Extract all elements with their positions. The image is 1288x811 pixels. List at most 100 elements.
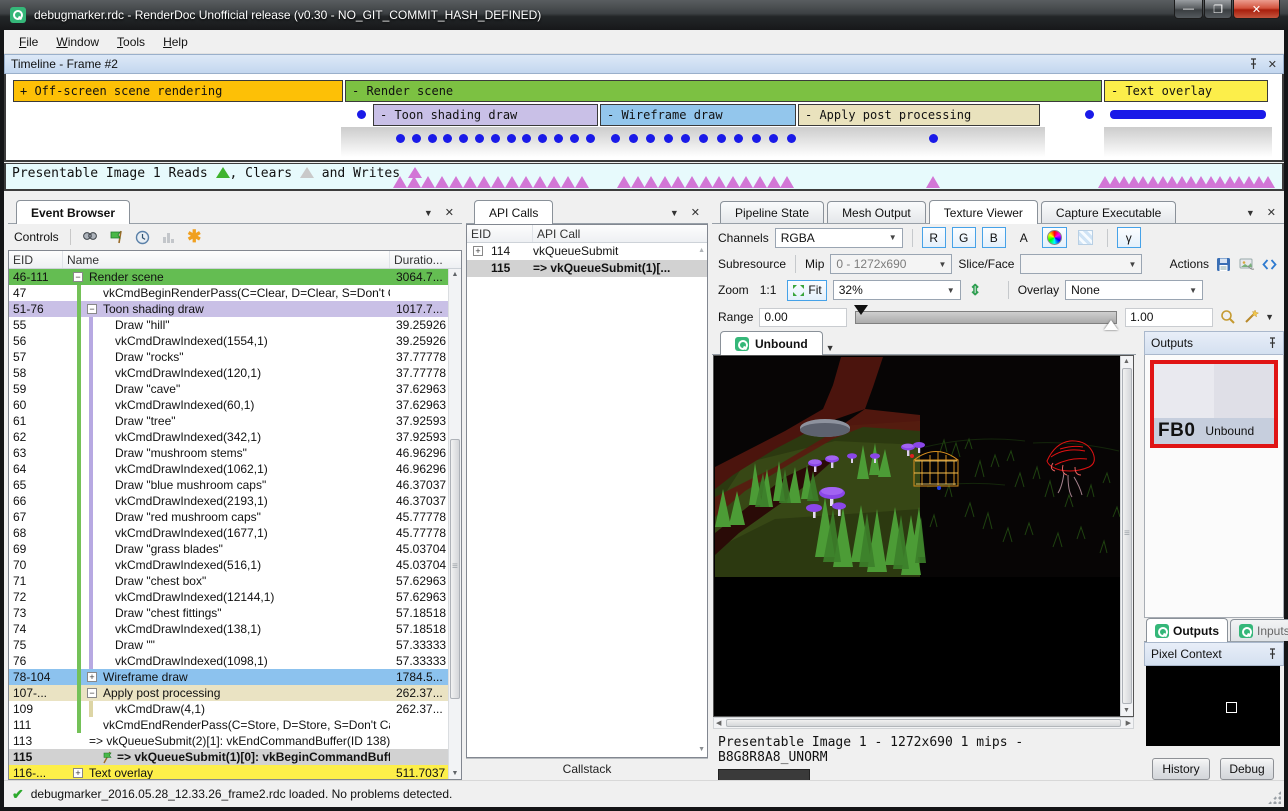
event-row[interactable]: 75Draw ""57.33333 <box>9 637 448 653</box>
event-row[interactable]: 59Draw "cave"37.62963 <box>9 381 448 397</box>
range-black-handle[interactable] <box>854 305 868 315</box>
event-row[interactable]: 64vkCmdDrawIndexed(1062,1)46.96296 <box>9 461 448 477</box>
event-row[interactable]: 116-...+Text overlay511.7037 <box>9 765 448 779</box>
expand-expander[interactable]: + <box>87 672 97 682</box>
event-row[interactable]: 58vkCmdDrawIndexed(120,1)37.77778 <box>9 365 448 381</box>
draw-event-dot[interactable] <box>570 134 579 143</box>
timeline-bar[interactable]: - Apply post processing <box>798 104 1040 126</box>
menu-window[interactable]: Window <box>47 32 108 52</box>
pixel-context-view[interactable] <box>1146 666 1280 746</box>
draw-event-dot[interactable] <box>611 134 620 143</box>
bookmark-icon[interactable]: ✱ <box>186 229 203 246</box>
event-row[interactable]: 78-104+Wireframe draw1784.5... <box>9 669 448 685</box>
flip-y-icon[interactable]: ⇕ <box>967 282 984 299</box>
timeline-bar[interactable]: - Render scene <box>345 80 1102 102</box>
fb0-thumbnail[interactable]: FB0 Unbound <box>1150 360 1278 448</box>
zoom-dropdown[interactable]: 32%▼ <box>833 280 961 300</box>
history-button[interactable]: History <box>1152 758 1210 780</box>
find-icon[interactable] <box>82 229 99 246</box>
scrollbar-thumb[interactable] <box>1122 368 1132 704</box>
menu-tools[interactable]: Tools <box>108 32 154 52</box>
draw-event-dot[interactable] <box>664 134 673 143</box>
tab-event-browser[interactable]: Event Browser <box>16 200 130 224</box>
event-row[interactable]: 76vkCmdDrawIndexed(1098,1)57.33333 <box>9 653 448 669</box>
draw-event-dot[interactable] <box>475 134 484 143</box>
pin-icon[interactable] <box>1249 58 1258 70</box>
close-panel-icon[interactable]: ✕ <box>1267 206 1276 219</box>
overlay-dropdown[interactable]: None▼ <box>1065 280 1203 300</box>
event-row[interactable]: 72vkCmdDrawIndexed(12144,1)57.62963 <box>9 589 448 605</box>
timeline-bar[interactable]: - Wireframe draw <box>600 104 796 126</box>
close-panel-icon[interactable]: ✕ <box>1268 58 1277 71</box>
event-row[interactable]: 46-111−Render scene3064.7... <box>9 269 448 285</box>
draw-event-dot[interactable] <box>699 134 708 143</box>
api-list-header[interactable]: EID API Call <box>467 225 707 243</box>
collapse-expander[interactable]: − <box>87 304 97 314</box>
event-row[interactable]: 69Draw "grass blades"45.03704 <box>9 541 448 557</box>
event-row[interactable]: 109vkCmdDraw(4,1)262.37... <box>9 701 448 717</box>
debug-button[interactable]: Debug <box>1220 758 1274 780</box>
open-texture-list-icon[interactable] <box>1238 256 1255 273</box>
texture-tab-list-icon[interactable]: ▼ <box>826 343 835 353</box>
event-row[interactable]: 67Draw "red mushroom caps"45.77778 <box>9 509 448 525</box>
zoom-fit-toggle[interactable]: Fit <box>787 280 826 301</box>
pin-icon[interactable] <box>1268 648 1277 660</box>
texture-tab-unbound[interactable]: Unbound <box>720 331 823 355</box>
scroll-down-icon[interactable]: ▼ <box>698 746 705 753</box>
mip-dropdown[interactable]: 0 - 1272x690▼ <box>830 254 952 274</box>
scrollbar-thumb[interactable] <box>726 719 1121 727</box>
checkerboard-toggle[interactable] <box>1073 227 1098 248</box>
maximize-button[interactable]: ❐ <box>1204 0 1232 19</box>
close-button[interactable]: ✕ <box>1233 0 1280 19</box>
slice-face-dropdown[interactable]: ▼ <box>1020 254 1142 274</box>
zoom-1to1-button[interactable]: 1:1 <box>755 280 782 301</box>
menu-file[interactable]: File <box>10 32 47 52</box>
event-row[interactable]: 55Draw "hill"39.25926 <box>9 317 448 333</box>
tab-pipeline-state[interactable]: Pipeline State <box>720 201 824 223</box>
minimize-button[interactable]: — <box>1174 0 1203 19</box>
viewport-hscrollbar[interactable]: ◀ ▶ <box>713 717 1134 729</box>
alpha-channel-toggle[interactable]: A <box>1012 227 1036 248</box>
goto-resource-icon[interactable] <box>1261 256 1278 273</box>
draw-event-dot[interactable] <box>629 134 638 143</box>
collapse-expander[interactable]: − <box>73 272 83 282</box>
draw-event-dot[interactable] <box>717 134 726 143</box>
expand-expander[interactable]: + <box>73 768 83 778</box>
panel-menu-icon[interactable]: ▼ <box>424 208 433 218</box>
autofit-range-icon[interactable] <box>1242 309 1259 326</box>
draw-event-dot[interactable] <box>428 134 437 143</box>
draw-event-dot[interactable] <box>929 134 938 143</box>
range-slider[interactable] <box>855 311 1117 324</box>
api-call-row[interactable]: 115=> vkQueueSubmit(1)[... <box>467 260 707 277</box>
event-row[interactable]: 107-...−Apply post processing262.37... <box>9 685 448 701</box>
event-row[interactable]: 111vkCmdEndRenderPass(C=Store, D=Store, … <box>9 717 448 733</box>
time-draws-icon[interactable] <box>134 229 151 246</box>
color-wheel-toggle[interactable] <box>1042 227 1067 248</box>
jump-to-event-icon[interactable] <box>108 229 125 246</box>
event-row[interactable]: 113=> vkQueueSubmit(2)[1]: vkEndCommandB… <box>9 733 448 749</box>
event-row[interactable]: 70vkCmdDrawIndexed(516,1)45.03704 <box>9 557 448 573</box>
draw-event-dot[interactable] <box>357 110 366 119</box>
draw-event-dot[interactable] <box>491 134 500 143</box>
menu-help[interactable]: Help <box>154 32 197 52</box>
event-list-scrollbar[interactable]: ▲ ▼ <box>448 269 461 779</box>
gamma-toggle[interactable]: γ <box>1117 227 1141 248</box>
range-min-input[interactable]: 0.00 <box>759 308 847 327</box>
scroll-up-icon[interactable]: ▲ <box>698 247 705 254</box>
pin-icon[interactable] <box>1268 337 1277 349</box>
event-row[interactable]: 56vkCmdDrawIndexed(1554,1)39.25926 <box>9 333 448 349</box>
draw-events-pill[interactable] <box>1110 110 1266 119</box>
draw-event-dot[interactable] <box>787 134 796 143</box>
draw-event-dot[interactable] <box>586 134 595 143</box>
draw-event-dot[interactable] <box>1085 110 1094 119</box>
range-max-input[interactable]: 1.00 <box>1125 308 1213 327</box>
event-row[interactable]: 74vkCmdDrawIndexed(138,1)57.18518 <box>9 621 448 637</box>
timeline-bar[interactable]: - Toon shading draw <box>373 104 598 126</box>
event-row[interactable]: 60vkCmdDrawIndexed(60,1)37.62963 <box>9 397 448 413</box>
range-options-icon[interactable]: ▼ <box>1265 312 1274 322</box>
event-row[interactable]: 63Draw "mushroom stems"46.96296 <box>9 445 448 461</box>
tab-outputs[interactable]: Outputs <box>1146 618 1228 642</box>
blue-channel-toggle[interactable]: B <box>982 227 1006 248</box>
scrollbar-thumb[interactable] <box>450 439 460 699</box>
duration-graph-icon[interactable] <box>160 229 177 246</box>
